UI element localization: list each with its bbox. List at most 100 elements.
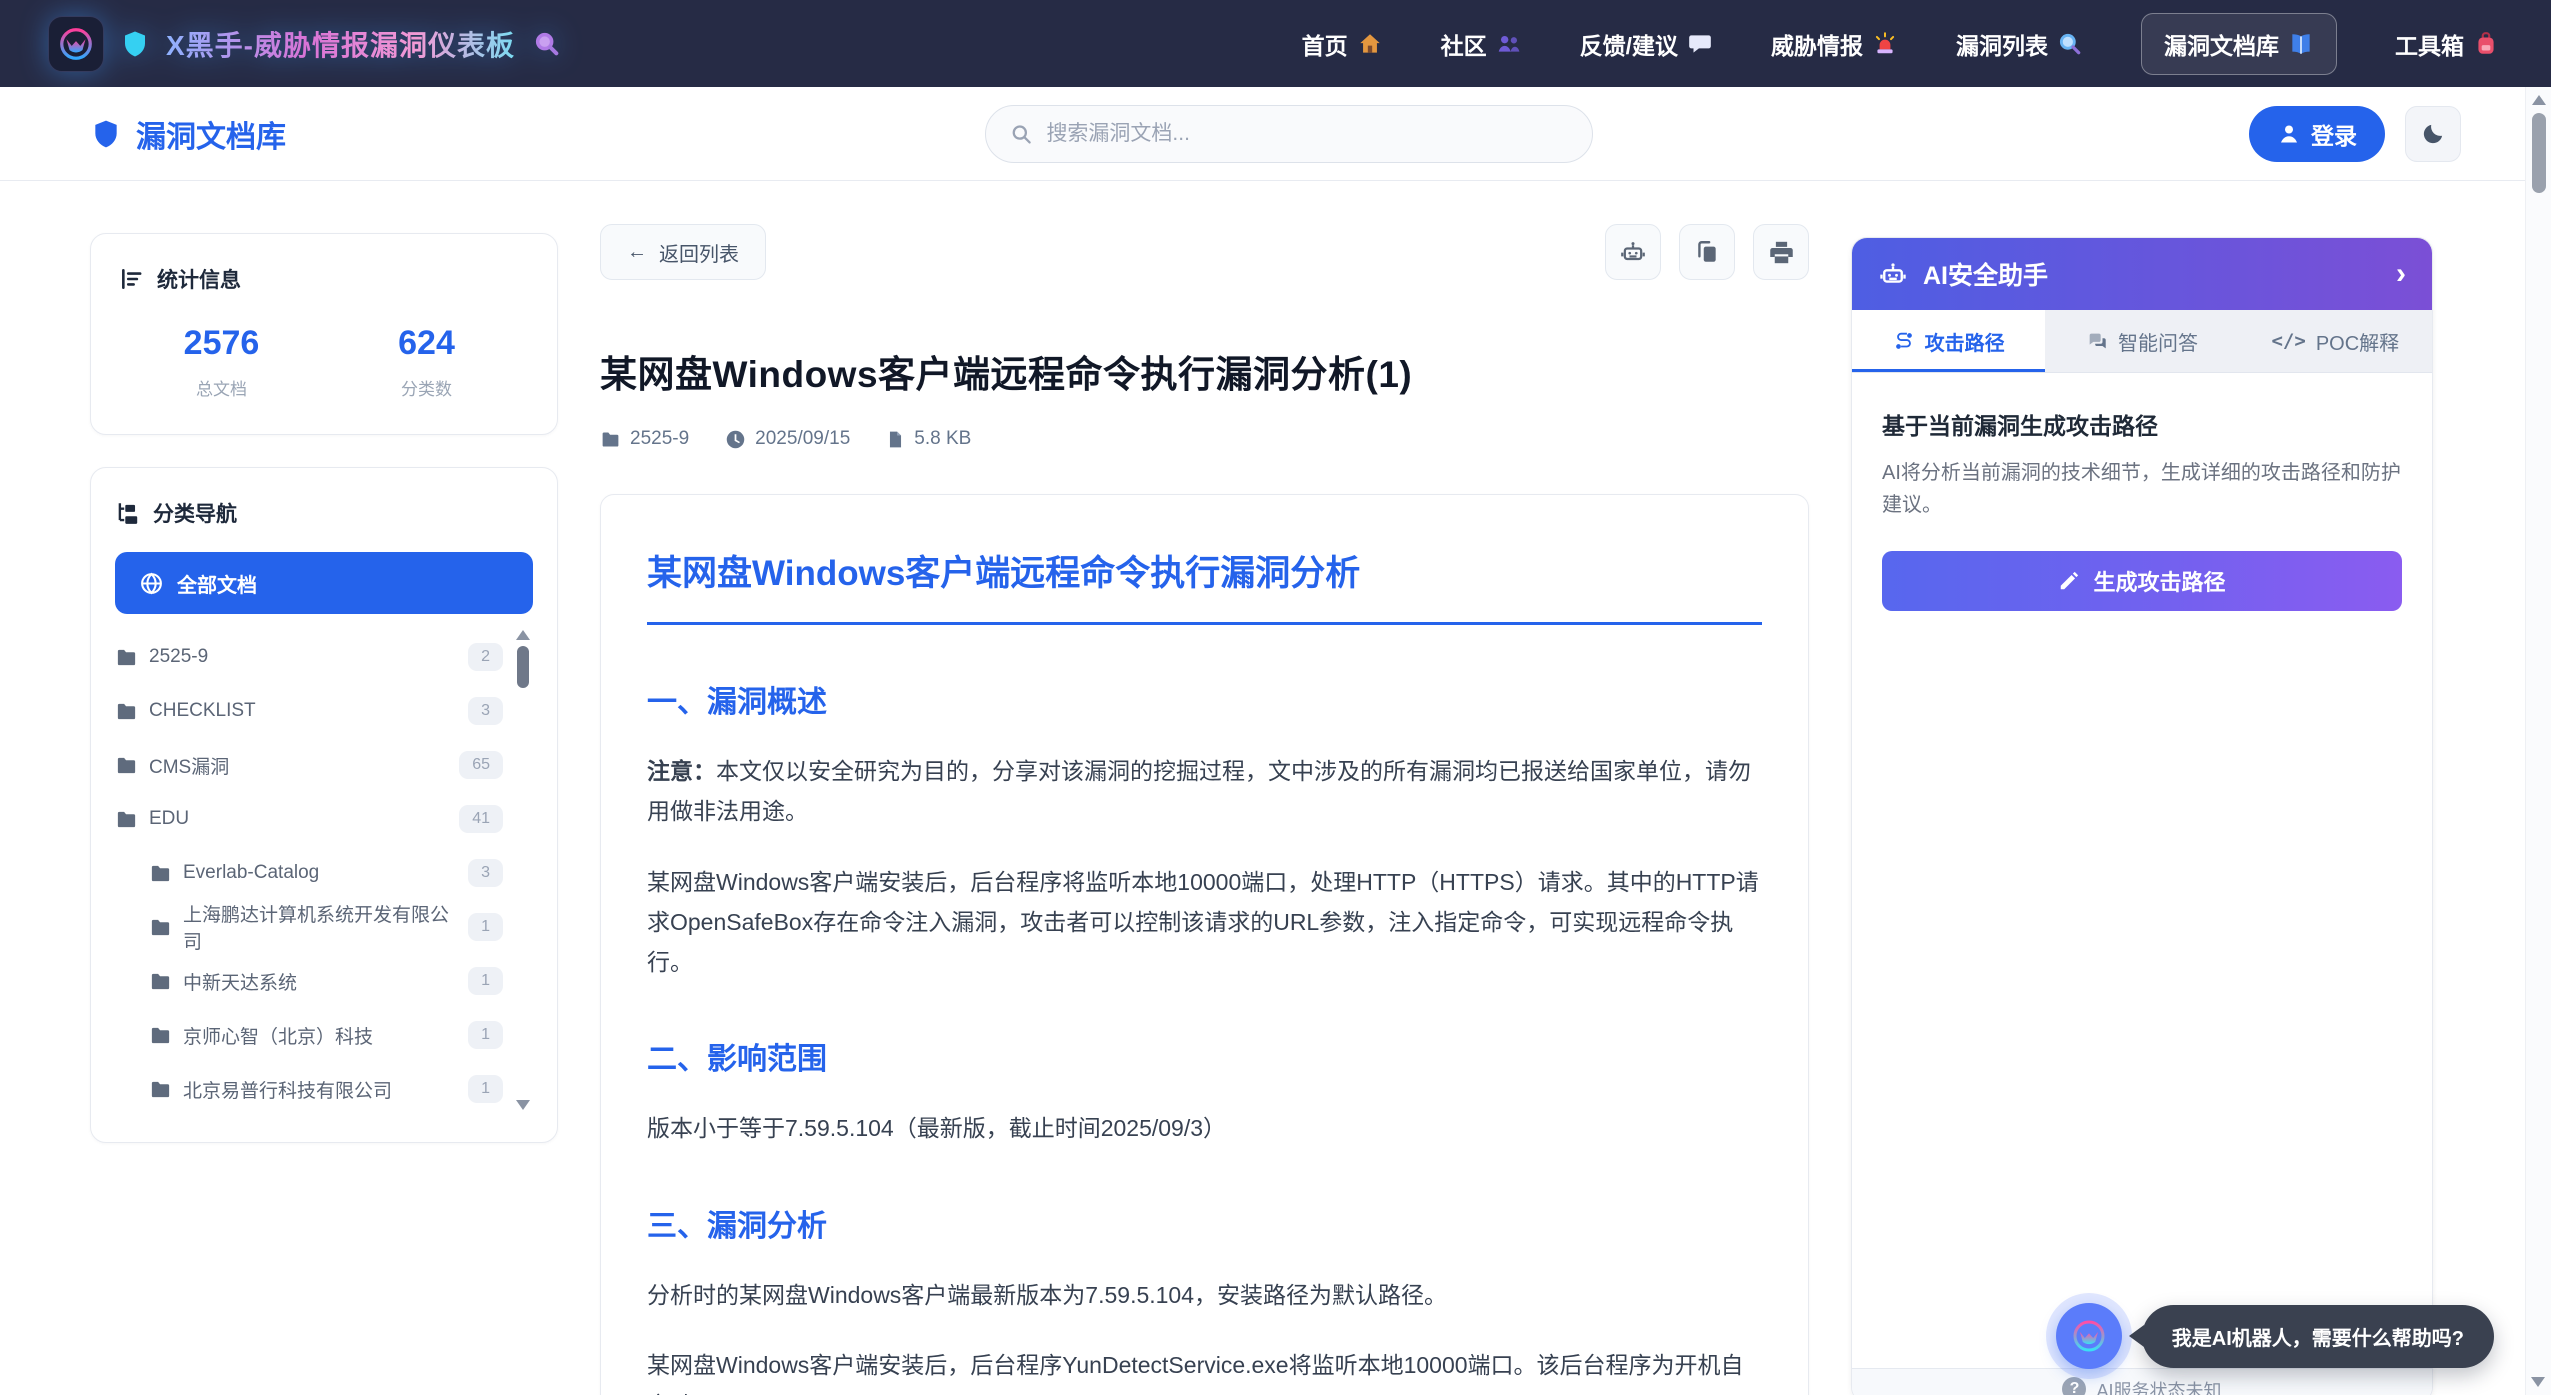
category-list: 2525-9 2 CHECKLIST 3 CMS漏洞 65 EDU 41 (115, 630, 533, 1116)
generate-attack-path-button[interactable]: 生成攻击路径 (1882, 551, 2402, 611)
category-item[interactable]: EDU 41 (115, 792, 503, 846)
scrollbar-thumb[interactable] (2532, 113, 2546, 193)
category-scrollbar[interactable] (515, 630, 531, 1110)
clock-icon (725, 429, 746, 450)
magnifier-icon (533, 30, 561, 58)
category-count-badge: 3 (468, 859, 503, 887)
nav-item-vuln-docs[interactable]: 漏洞文档库 (2141, 13, 2337, 75)
book-icon (2288, 31, 2314, 57)
chevron-right-icon[interactable]: › (2396, 259, 2406, 289)
meta-category: 2525-9 (600, 428, 689, 450)
stat-label: 分类数 (324, 375, 529, 400)
article-card: 某网盘Windows客户端远程命令执行漏洞分析 一、漏洞概述 注意：本文仅以安全… (600, 494, 1809, 1395)
note-text: 本文仅以安全研究为目的，分享对该漏洞的挖掘过程，文中涉及的所有漏洞均已报送给国家… (647, 758, 1751, 824)
brand[interactable]: X黑手-威胁情报漏洞仪表板 (48, 16, 561, 72)
house-icon (1357, 31, 1383, 57)
scrollbar-thumb[interactable] (517, 646, 529, 688)
category-item[interactable]: 2525-9 2 (115, 630, 503, 684)
stat-total-docs: 2576 总文档 (119, 324, 324, 400)
scroll-up-arrow[interactable] (2532, 95, 2546, 105)
paragraph-analysis-2: 某网盘Windows客户端安装后，后台程序YunDetectService.ex… (647, 1345, 1762, 1395)
ai-panel-title: AI安全助手 (1923, 256, 2048, 292)
nav-item-toolbox[interactable]: 工具箱 (2395, 27, 2499, 61)
stats-card: 统计信息 2576 总文档 624 分类数 (90, 233, 558, 435)
print-button[interactable] (1753, 224, 1809, 280)
stats-card-header: 统计信息 (119, 264, 529, 294)
meta-date: 2025/09/15 (725, 428, 850, 450)
search-input[interactable] (1046, 122, 1568, 146)
category-item[interactable]: CMS漏洞 65 (115, 738, 503, 792)
chatbot-avatar[interactable] (2056, 1303, 2122, 1369)
search-box (985, 105, 1593, 163)
category-label: EDU (149, 808, 189, 830)
document-title: 某网盘Windows客户端远程命令执行漏洞分析(1) (600, 344, 1809, 398)
category-label: 北京易普行科技有限公司 (183, 1076, 392, 1103)
ai-assistant-card: AI安全助手 › 攻击路径 智能问答 (1851, 237, 2433, 1395)
category-count-badge: 1 (468, 913, 503, 941)
siren-icon (1872, 31, 1898, 57)
speech-icon (1687, 31, 1713, 57)
mask-logo-icon (2069, 1316, 2109, 1356)
tab-smart-qa[interactable]: 智能问答 (2045, 310, 2238, 372)
folder-icon (115, 754, 138, 777)
folder-icon (115, 700, 138, 723)
category-item[interactable]: 北京易普行科技有限公司 1 (115, 1062, 503, 1116)
nav-item-label: 漏洞列表 (1956, 27, 2048, 61)
scroll-down-arrow[interactable] (516, 1100, 530, 1110)
mask-logo-icon (57, 25, 95, 63)
question-icon: ? (2062, 1377, 2086, 1395)
paragraph-note: 注意：本文仅以安全研究为目的，分享对该漏洞的挖掘过程，文中涉及的所有漏洞均已报送… (647, 751, 1762, 832)
stat-value: 2576 (119, 324, 324, 363)
nav-item-threat-intel[interactable]: 威胁情报 (1771, 27, 1898, 61)
nav-item-home[interactable]: 首页 (1302, 27, 1383, 61)
backpack-icon (2473, 31, 2499, 57)
category-label: CMS漏洞 (149, 752, 229, 779)
folder-icon (149, 862, 172, 885)
meta-size: 5.8 KB (886, 428, 971, 450)
folder-icon (115, 808, 138, 831)
category-item[interactable]: 上海鹏达计算机系统开发有限公司 1 (115, 900, 503, 954)
people-icon (1496, 31, 1522, 57)
ai-status-text: AI服务状态未知 (2096, 1377, 2221, 1395)
nav-item-community[interactable]: 社区 (1441, 27, 1522, 61)
robot-icon (1878, 259, 1908, 289)
tab-label: 攻击路径 (1925, 327, 2005, 356)
magnifier-icon (2057, 31, 2083, 57)
folder-tree-icon (115, 500, 141, 526)
nav-item-label: 首页 (1302, 27, 1348, 61)
chatbot-tooltip[interactable]: 我是AI机器人，需要什么帮助吗? (2142, 1305, 2494, 1368)
page-header: 漏洞文档库 登录 (0, 87, 2551, 181)
tab-attack-path[interactable]: 攻击路径 (1852, 310, 2045, 372)
copy-button[interactable] (1679, 224, 1735, 280)
category-item[interactable]: Everlab-Catalog 3 (115, 846, 503, 900)
paragraph-analysis-1: 分析时的某网盘Windows客户端最新版本为7.59.5.104，安装路径为默认… (647, 1275, 1762, 1315)
search-icon (1010, 122, 1032, 146)
category-count-badge: 2 (468, 643, 503, 671)
login-button[interactable]: 登录 (2249, 106, 2385, 162)
generate-label: 生成攻击路径 (2093, 565, 2225, 597)
category-item[interactable]: CHECKLIST 3 (115, 684, 503, 738)
ai-assistant-button[interactable] (1605, 224, 1661, 280)
category-item[interactable]: 中新天达系统 1 (115, 954, 503, 1008)
nav-item-vuln-list[interactable]: 漏洞列表 (1956, 27, 2083, 61)
chat-bubbles-icon (2086, 330, 2108, 352)
paragraph-scope: 版本小于等于7.59.5.104（最新版，截止时间2025/09/3） (647, 1108, 1762, 1148)
nav-item-feedback[interactable]: 反馈/建议 (1580, 27, 1713, 61)
page-title-block: 漏洞文档库 (90, 112, 286, 156)
scroll-down-arrow[interactable] (2531, 1377, 2545, 1387)
page-scrollbar[interactable] (2525, 87, 2551, 1395)
paragraph-overview: 某网盘Windows客户端安装后，后台程序将监听本地10000端口，处理HTTP… (647, 862, 1762, 983)
meta-size-value: 5.8 KB (914, 428, 971, 450)
shield-icon (90, 117, 122, 151)
main-toolbar: ← 返回列表 (600, 224, 1809, 280)
category-item[interactable]: 京师心智（北京）科技 1 (115, 1008, 503, 1062)
file-icon (886, 429, 905, 450)
dark-mode-toggle[interactable] (2405, 106, 2461, 162)
meta-category-value: 2525-9 (630, 428, 689, 450)
chat-widget: 我是AI机器人，需要什么帮助吗? (2056, 1303, 2494, 1369)
category-all-docs[interactable]: 全部文档 (115, 552, 533, 614)
scroll-up-arrow[interactable] (516, 630, 530, 640)
back-to-list-button[interactable]: ← 返回列表 (600, 224, 766, 280)
tab-poc-explain[interactable]: </> POC解释 (2239, 310, 2432, 372)
section-overview: 一、漏洞概述 (647, 677, 1762, 721)
